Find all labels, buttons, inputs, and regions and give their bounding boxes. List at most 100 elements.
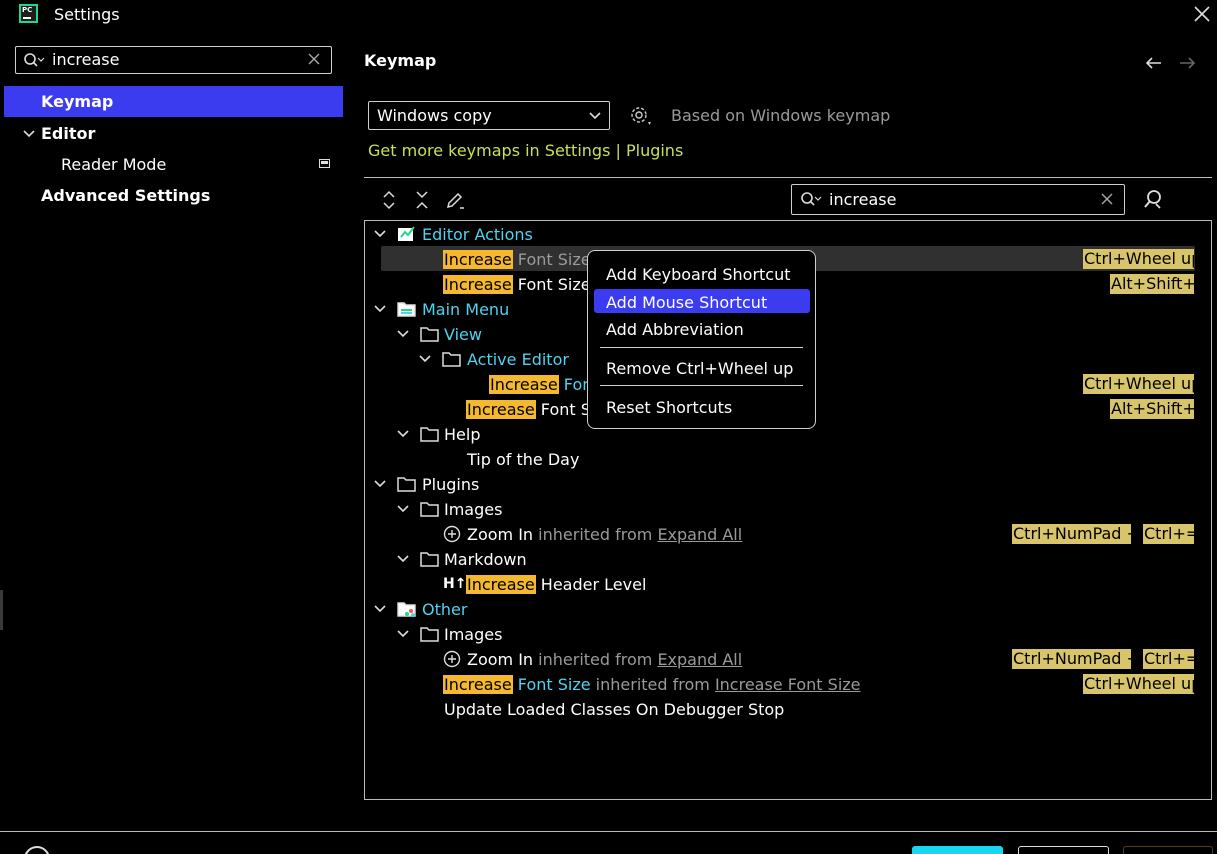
search-icon <box>801 192 822 206</box>
cancel-button[interactable] <box>1018 846 1109 854</box>
action-name: Font S <box>535 400 591 419</box>
ok-button[interactable] <box>912 846 1003 854</box>
tree-item-tip-of-the-day[interactable]: Tip of the Day <box>467 450 579 469</box>
tree-group-active-editor[interactable]: Active Editor <box>467 350 569 369</box>
tree-group-editor-actions[interactable]: Editor Actions <box>422 225 533 244</box>
app-logo-text: PC <box>22 6 33 14</box>
tree-group-other[interactable]: Other <box>422 600 467 619</box>
menu-separator <box>600 385 803 386</box>
action-name: Zoom In <box>467 650 534 669</box>
tree-group-help[interactable]: Help <box>444 425 480 444</box>
tree-item-increase-font-size[interactable]: Increase Font S <box>466 400 591 419</box>
chevron-down-icon[interactable] <box>373 603 387 615</box>
tree-group-main-menu[interactable]: Main Menu <box>422 300 509 319</box>
title-bar <box>0 0 1217 30</box>
tree-item-increase-font-size[interactable]: Increase Font Size <box>443 250 591 269</box>
shortcut-badge: Ctrl+Wheel up <box>1083 374 1194 394</box>
gear-icon[interactable] <box>629 105 653 127</box>
settings-search-input[interactable]: increase <box>15 46 332 74</box>
nav-item-keymap[interactable]: Keymap <box>4 86 343 117</box>
get-more-keymaps-link[interactable]: Get more keymaps in Settings | Plugins <box>368 141 683 160</box>
search-highlight: Increase <box>443 250 513 269</box>
action-name: Font Size <box>512 275 591 294</box>
action-name: Font Size <box>512 250 591 269</box>
based-on-text: Based on Windows keymap <box>671 106 891 125</box>
help-icon[interactable] <box>24 846 50 854</box>
tree-group-plugins[interactable]: Plugins <box>422 475 479 494</box>
tree-item-increase-font-size[interactable]: Increase Fon <box>489 375 592 394</box>
shortcut-badge: Ctrl+NumPad + <box>1012 524 1131 544</box>
shortcut-badge: Ctrl+= <box>1143 524 1194 544</box>
shortcut-badge: Ctrl+Wheel up <box>1083 674 1194 694</box>
keymap-select[interactable]: Windows copy <box>368 101 610 130</box>
menu-item-remove-shortcut[interactable]: Remove Ctrl+Wheel up <box>606 359 793 378</box>
tree-group-view[interactable]: View <box>444 325 482 344</box>
menu-item-reset-shortcuts[interactable]: Reset Shortcuts <box>606 398 732 417</box>
shortcut-badge: Alt+Shift+. <box>1110 274 1194 294</box>
chevron-down-icon[interactable] <box>396 553 410 565</box>
tree-group-markdown[interactable]: Markdown <box>444 550 527 569</box>
chevron-down-icon[interactable] <box>418 353 432 365</box>
context-menu: Add Keyboard Shortcut Add Mouse Shortcut… <box>587 250 816 429</box>
arrow-left-icon[interactable] <box>1145 55 1163 71</box>
tree-item-update-loaded-classes[interactable]: Update Loaded Classes On Debugger Stop <box>444 700 784 719</box>
page-title: Keymap <box>364 51 437 70</box>
left-edge-decoration <box>0 590 3 630</box>
edit-pencil-icon[interactable] <box>445 190 465 210</box>
menu-item-add-mouse-shortcut[interactable]: Add Mouse Shortcut <box>606 293 767 312</box>
tree-item-increase-font-size[interactable]: Increase Font Size <box>443 275 591 294</box>
tree-item-increase-header-level[interactable]: Increase Header Level <box>466 575 646 594</box>
action-name: Font Size <box>512 675 591 694</box>
tree-group-images[interactable]: Images <box>444 625 502 644</box>
nav-item-reader-mode[interactable]: Reader Mode <box>61 155 166 174</box>
chevron-down-icon[interactable] <box>373 303 387 315</box>
settings-search-value: increase <box>52 50 120 69</box>
search-highlight: Increase <box>489 375 559 394</box>
editor-actions-icon <box>398 226 415 241</box>
action-name: Zoom In <box>467 525 534 544</box>
search-highlight: Increase <box>443 675 513 694</box>
clear-search-icon[interactable] <box>1100 192 1114 206</box>
arrow-right-icon[interactable] <box>1178 55 1196 71</box>
zoom-in-icon <box>443 525 461 543</box>
chevron-down-icon[interactable] <box>373 478 387 490</box>
chevron-down-icon <box>589 112 601 120</box>
inherited-source-link[interactable]: Expand All <box>657 650 742 669</box>
keymap-search-value: increase <box>829 190 897 209</box>
folder-icon <box>420 327 439 342</box>
keymap-search-input[interactable]: increase <box>791 184 1125 215</box>
apply-button[interactable] <box>1123 846 1213 854</box>
tree-item-increase-font-size[interactable]: Increase Font Size inherited from Increa… <box>443 675 861 694</box>
shortcut-badge: Alt+Shift+. <box>1110 399 1194 419</box>
clear-search-icon[interactable] <box>307 52 321 66</box>
expand-all-icon[interactable] <box>380 190 398 210</box>
chevron-down-icon[interactable] <box>396 503 410 515</box>
action-name: Header Level <box>535 575 647 594</box>
search-highlight: Increase <box>466 575 536 594</box>
tree-item-zoom-in[interactable]: Zoom In inherited from Expand All <box>467 650 742 669</box>
chevron-down-icon[interactable] <box>396 628 410 640</box>
find-by-shortcut-icon[interactable] <box>1142 189 1164 211</box>
tree-group-images[interactable]: Images <box>444 500 502 519</box>
shortcut-badge: Ctrl+NumPad + <box>1012 649 1131 669</box>
chevron-down-icon[interactable] <box>396 428 410 440</box>
inherited-source-link[interactable]: Expand All <box>657 525 742 544</box>
folder-icon <box>420 427 439 442</box>
chevron-down-icon[interactable] <box>373 228 387 240</box>
project-scope-icon <box>319 159 330 168</box>
collapse-all-icon[interactable] <box>413 190 431 210</box>
menu-separator <box>600 347 803 348</box>
shortcut-badge: Ctrl+Wheel up <box>1083 249 1194 269</box>
nav-item-advanced-settings[interactable]: Advanced Settings <box>41 186 210 205</box>
tree-item-zoom-in[interactable]: Zoom In inherited from Expand All <box>467 525 742 544</box>
menu-item-add-keyboard-shortcut[interactable]: Add Keyboard Shortcut <box>606 265 791 284</box>
chevron-down-icon[interactable] <box>22 127 36 141</box>
inherited-source-link[interactable]: Increase Font Size <box>715 675 861 694</box>
menu-item-add-abbreviation[interactable]: Add Abbreviation <box>606 320 744 339</box>
window-title: Settings <box>54 5 120 24</box>
chevron-down-icon[interactable] <box>396 328 410 340</box>
nav-item-editor[interactable]: Editor <box>41 124 95 143</box>
close-icon[interactable] <box>1192 4 1212 24</box>
inherited-from-label: inherited from <box>533 650 658 669</box>
folder-icon <box>420 502 439 517</box>
